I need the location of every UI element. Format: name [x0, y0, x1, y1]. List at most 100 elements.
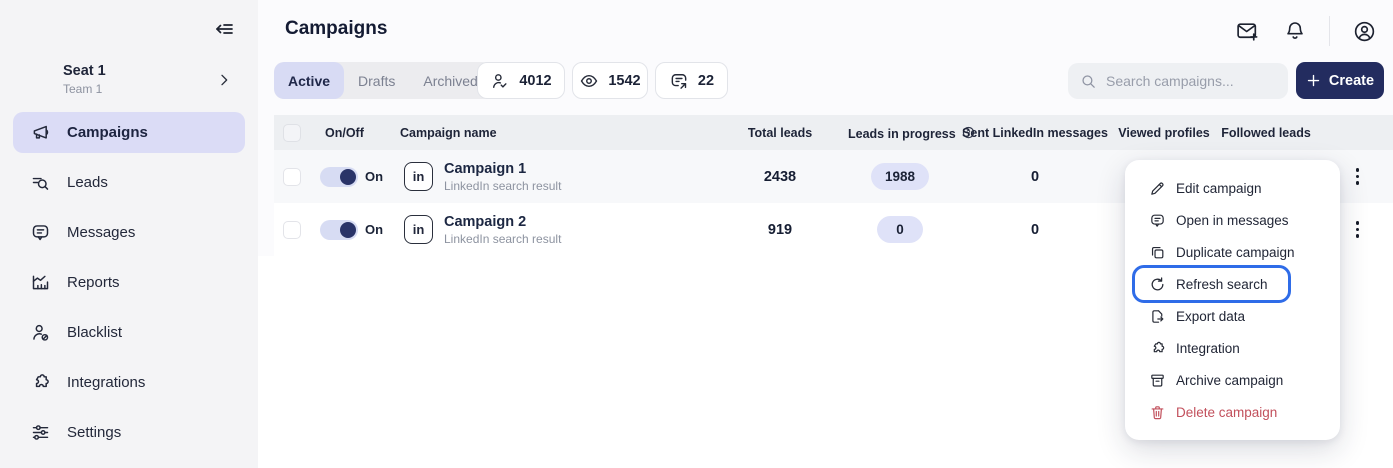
stat-chip-leads[interactable]: 4012	[477, 62, 565, 99]
stat-value: 1542	[608, 73, 640, 89]
chevron-right-icon[interactable]	[216, 72, 232, 88]
puzzle-icon	[1149, 340, 1166, 357]
page-title: Campaigns	[285, 18, 387, 40]
leads-in-progress-cell: 1988	[848, 163, 952, 190]
campaign-subtitle: LinkedIn search result	[444, 232, 561, 246]
column-total-leads: Total leads	[712, 126, 848, 140]
campaign-on-off-toggle[interactable]	[320, 220, 358, 240]
menu-item-archive-campaign[interactable]: Archive campaign	[1125, 364, 1340, 396]
header-divider	[1329, 16, 1330, 46]
chat-bubble-icon	[1149, 212, 1166, 229]
seat-selector[interactable]: Seat 1 Team 1	[0, 63, 258, 96]
user-avatar-icon[interactable]	[1352, 19, 1377, 44]
tab-drafts[interactable]: Drafts	[344, 62, 409, 99]
tab-active[interactable]: Active	[274, 62, 344, 99]
campaign-name-cell: in Campaign 1 LinkedIn search result	[400, 160, 712, 193]
toggle-state-label: On	[365, 169, 383, 184]
column-followed-leads: Followed leads	[1210, 126, 1322, 140]
archive-icon	[1149, 372, 1166, 389]
sent-messages-value: 0	[952, 222, 1118, 238]
total-leads-value: 919	[712, 222, 848, 238]
sidebar-item-integrations[interactable]: Integrations	[13, 362, 245, 403]
bell-icon[interactable]	[1282, 19, 1307, 44]
stat-chip-viewed[interactable]: 1542	[572, 62, 648, 99]
sidebar-item-label: Leads	[67, 174, 108, 191]
mail-plus-icon[interactable]	[1235, 19, 1260, 44]
search-icon	[1080, 73, 1097, 90]
create-button-label: Create	[1329, 73, 1374, 89]
column-campaign-name: Campaign name	[400, 126, 712, 140]
sidebar-item-label: Reports	[67, 274, 120, 291]
linkedin-icon: in	[404, 162, 433, 191]
menu-item-delete-campaign[interactable]: Delete campaign	[1125, 396, 1340, 428]
sidebar: Seat 1 Team 1 Campaigns	[0, 0, 258, 468]
row-context-menu: Edit campaign Open in messages Duplicate…	[1125, 160, 1340, 440]
campaign-name: Campaign 2	[444, 213, 561, 231]
trash-icon	[1149, 404, 1166, 421]
row-menu-kebab-icon[interactable]	[1350, 215, 1366, 244]
menu-item-export-data[interactable]: Export data	[1125, 300, 1340, 332]
sent-messages-value: 0	[952, 169, 1118, 185]
toggle-state-label: On	[365, 222, 383, 237]
app-screen: Seat 1 Team 1 Campaigns	[0, 0, 1393, 468]
toolbar: Active Drafts Archived 4012 1542	[258, 62, 1393, 99]
menu-item-edit-campaign[interactable]: Edit campaign	[1125, 172, 1340, 204]
menu-item-integration[interactable]: Integration	[1125, 332, 1340, 364]
user-block-icon	[30, 322, 51, 343]
row-menu-kebab-icon[interactable]	[1350, 162, 1366, 191]
main-content: Campaigns Active Dr	[258, 0, 1393, 468]
stat-value: 22	[698, 73, 714, 89]
row-checkbox[interactable]	[283, 221, 301, 239]
sidebar-item-label: Campaigns	[67, 124, 148, 141]
table-header-row: On/Off Campaign name Total leads Leads i…	[274, 115, 1393, 150]
sidebar-item-label: Integrations	[67, 374, 145, 391]
column-on-off: On/Off	[310, 126, 400, 140]
puzzle-icon	[30, 372, 51, 393]
select-all-checkbox[interactable]	[283, 124, 301, 142]
column-sent-messages: Sent LinkedIn messages	[952, 126, 1118, 140]
campaign-tabs: Active Drafts Archived	[274, 62, 492, 99]
campaign-toggle-wrap: On	[310, 220, 400, 240]
sidebar-item-messages[interactable]: Messages	[13, 212, 245, 253]
megaphone-icon	[30, 122, 51, 143]
sidebar-item-leads[interactable]: Leads	[13, 162, 245, 203]
column-viewed-profiles: Viewed profiles	[1118, 126, 1210, 140]
sidebar-item-label: Messages	[67, 224, 135, 241]
menu-item-refresh-search[interactable]: Refresh search	[1132, 265, 1291, 303]
menu-item-open-in-messages[interactable]: Open in messages	[1125, 204, 1340, 236]
sliders-icon	[30, 422, 51, 443]
lead-search-icon	[30, 172, 51, 193]
eye-icon	[579, 71, 599, 91]
copy-icon	[1149, 244, 1166, 261]
pencil-icon	[1149, 180, 1166, 197]
campaign-subtitle: LinkedIn search result	[444, 179, 561, 193]
campaign-name-cell: in Campaign 2 LinkedIn search result	[400, 213, 712, 246]
total-leads-value: 2438	[712, 169, 848, 185]
sidebar-item-settings[interactable]: Settings	[13, 412, 245, 453]
collapse-sidebar-icon[interactable]	[210, 15, 238, 43]
sidebar-item-label: Blacklist	[67, 324, 122, 341]
leads-in-progress-badge: 0	[877, 216, 923, 243]
plus-icon	[1306, 73, 1321, 88]
create-campaign-button[interactable]: Create	[1296, 62, 1384, 99]
search-box	[1068, 63, 1288, 99]
sidebar-item-blacklist[interactable]: Blacklist	[13, 312, 245, 353]
sidebar-item-label: Settings	[67, 424, 121, 441]
column-leads-in-progress: Leads in progress?	[848, 125, 952, 141]
sidebar-item-campaigns[interactable]: Campaigns	[13, 112, 245, 153]
chat-bubble-icon	[30, 222, 51, 243]
stat-chip-messages[interactable]: 22	[655, 62, 728, 99]
campaign-toggle-wrap: On	[310, 167, 400, 187]
export-file-icon	[1149, 308, 1166, 325]
sidebar-item-reports[interactable]: Reports	[13, 262, 245, 303]
leads-in-progress-cell: 0	[848, 216, 952, 243]
stat-value: 4012	[519, 73, 551, 89]
header-icons	[1235, 16, 1377, 46]
sidebar-nav: Campaigns Leads Messages	[13, 112, 245, 453]
menu-item-duplicate-campaign[interactable]: Duplicate campaign	[1125, 236, 1340, 268]
linkedin-icon: in	[404, 215, 433, 244]
search-campaigns-input[interactable]	[1106, 73, 1266, 89]
refresh-icon	[1149, 276, 1166, 293]
campaign-on-off-toggle[interactable]	[320, 167, 358, 187]
row-checkbox[interactable]	[283, 168, 301, 186]
